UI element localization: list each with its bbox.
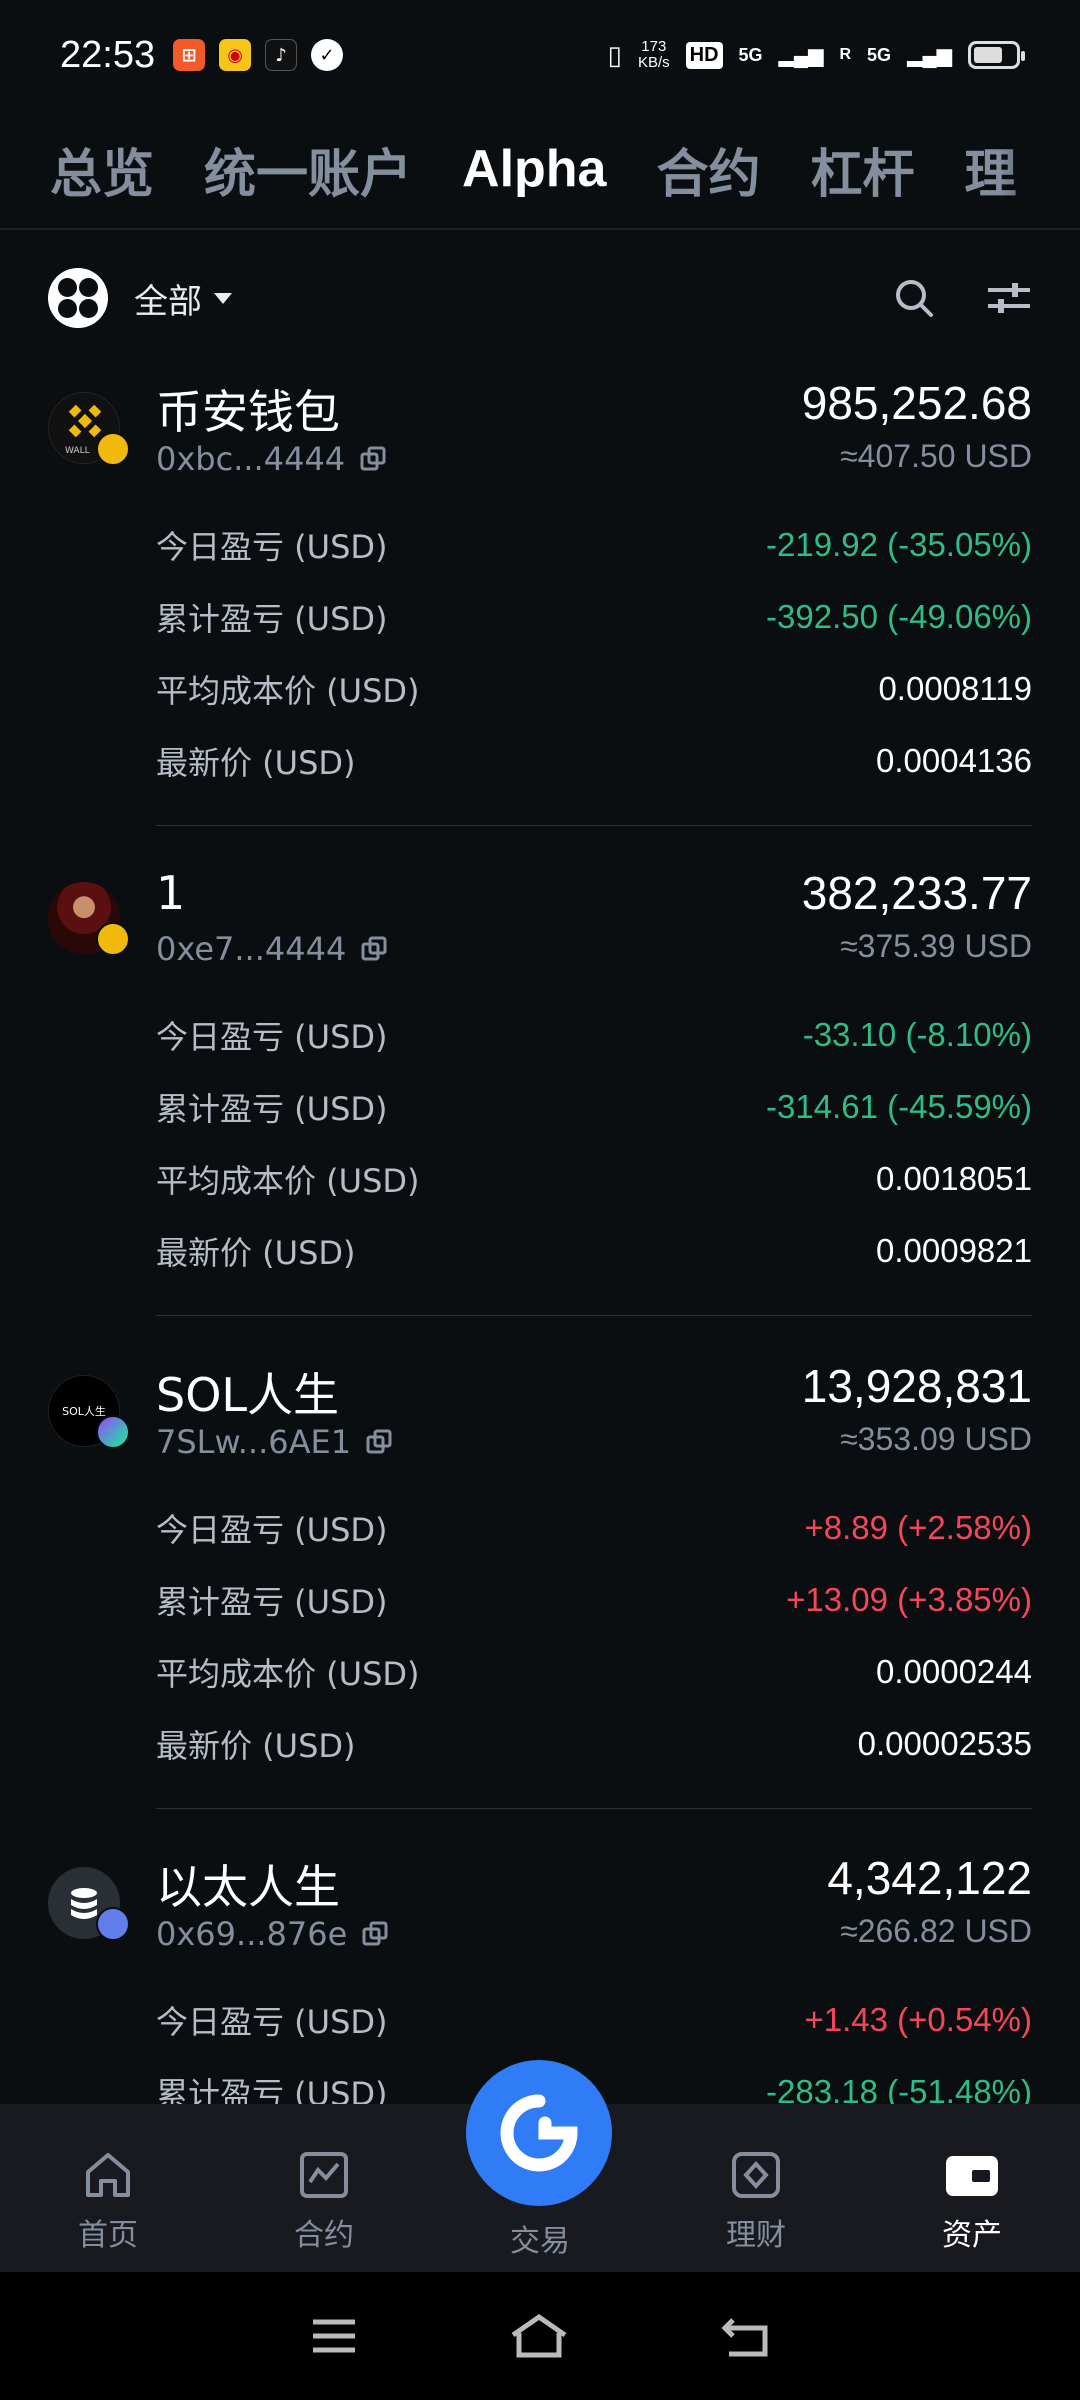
asset-address: 7SLw...6AE1 (156, 1423, 393, 1461)
weibo-icon: ◉ (219, 39, 252, 71)
asset-usd-value: ≈375.39 USD (840, 928, 1032, 964)
nav-futures[interactable]: 合约 (216, 2104, 432, 2272)
total-pnl-row: 累计盈亏 (USD) -392.50 (-49.06%) (156, 598, 1032, 638)
asset-name: SOL人生 (156, 1368, 340, 1422)
signal-bars-icon: ▂▄▆ (907, 44, 952, 67)
signal-5g-2: 5G (867, 44, 892, 65)
bnb-chain-badge (96, 922, 130, 956)
net-speed: 173 KB/s (637, 38, 670, 71)
latest-price-row: 最新价 (USD) 0.00002535 (156, 1725, 1032, 1765)
signal-5g-1: 5G (738, 44, 763, 65)
asset-amount: 382,233.77 (801, 867, 1032, 919)
tab-unified-account[interactable]: 统一账户 (204, 132, 412, 207)
copy-icon[interactable] (360, 935, 388, 963)
divider (156, 825, 1032, 826)
tab-futures[interactable]: 合约 (656, 132, 760, 207)
status-bar: 22:53 ⊞ ◉ ♪ ✓ ▯ 173 KB/s HD 5G ▂▄▆ R 5G … (0, 0, 1080, 110)
chevron-down-icon[interactable] (214, 292, 232, 304)
tab-margin[interactable]: 杠杆 (811, 132, 915, 207)
asset-amount: 985,252.68 (801, 377, 1032, 429)
status-time: 22:53 (60, 33, 156, 76)
signal-bars-icon: ▂▄▆ (778, 44, 824, 67)
copy-icon[interactable] (361, 1920, 389, 1948)
asset-name: 以太人生 (156, 1860, 340, 1914)
asset-name: 1 (156, 866, 186, 920)
avg-cost-row: 平均成本价 (USD) 0.0008119 (156, 670, 1032, 710)
bnb-chain-badge (96, 432, 130, 466)
asset-usd-value: ≈353.09 USD (840, 1421, 1032, 1457)
copy-icon[interactable] (365, 1428, 393, 1456)
tab-alpha[interactable]: Alpha (462, 139, 606, 199)
hd-icon: HD (685, 41, 723, 69)
divider (156, 1808, 1032, 1809)
avg-cost-row: 平均成本价 (USD) 0.0018051 (156, 1160, 1032, 1200)
status-right: ▯ 173 KB/s HD 5G ▂▄▆ R 5G ▂▄▆ (607, 38, 1025, 71)
asset-name: 币安钱包 (156, 385, 340, 439)
notification-icons: ⊞ ◉ ♪ ✓ (173, 39, 344, 71)
latest-price-row: 最新价 (USD) 0.0009821 (156, 1232, 1032, 1272)
today-pnl-row: 今日盈亏 (USD) -219.92 (-35.05%) (156, 526, 1032, 566)
asset-usd-value: ≈407.50 USD (840, 438, 1032, 474)
total-pnl-row: 累计盈亏 (USD) +13.09 (+3.85%) (156, 1581, 1032, 1621)
asset-usd-value: ≈266.82 USD (840, 1913, 1032, 1949)
avg-cost-row: 平均成本价 (USD) 0.0000244 (156, 1653, 1032, 1693)
today-pnl-row: 今日盈亏 (USD) -33.10 (-8.10%) (156, 1016, 1032, 1056)
ethereum-chain-badge (96, 1907, 130, 1941)
latest-price-row: 最新价 (USD) 0.0004136 (156, 742, 1032, 782)
filter-sliders-icon[interactable] (986, 278, 1032, 318)
futures-chart-icon (300, 2152, 348, 2198)
today-pnl-row: 今日盈亏 (USD) +8.89 (+2.58%) (156, 1509, 1032, 1549)
trade-label: 交易 (510, 2224, 570, 2259)
trade-icon (500, 2094, 578, 2172)
copy-icon[interactable] (359, 445, 387, 473)
tab-overview[interactable]: 总览 (50, 132, 154, 207)
asset-address: 0xbc...4444 (156, 440, 387, 478)
search-icon[interactable] (892, 276, 936, 320)
svg-text:WALL: WALL (65, 446, 90, 456)
today-pnl-row: 今日盈亏 (USD) +1.43 (+0.54%) (156, 2001, 1032, 2041)
home-button-icon[interactable] (509, 2313, 569, 2359)
back-icon[interactable] (719, 2314, 771, 2358)
nav-assets[interactable]: 资产 (864, 2104, 1080, 2272)
asset-address: 0x69...876e (156, 1915, 389, 1953)
tabs-fade (1000, 110, 1080, 228)
nav-home[interactable]: 首页 (0, 2104, 216, 2272)
vibrate-icon: ▯ (607, 39, 622, 70)
check-icon: ✓ (311, 39, 344, 71)
wallet-icon (946, 2156, 998, 2196)
total-pnl-row: 累计盈亏 (USD) -314.61 (-45.59%) (156, 1088, 1032, 1128)
top-tabs: 总览 统一账户 Alpha 合约 杠杆 理 (0, 110, 1080, 230)
all-chains-icon[interactable] (48, 268, 108, 328)
home-icon (86, 2153, 130, 2197)
app-notification-icon: ⊞ (173, 39, 206, 71)
system-nav-bar (0, 2272, 1080, 2400)
battery-icon (968, 41, 1025, 69)
divider (156, 1315, 1032, 1316)
roaming-label: R (839, 46, 852, 63)
menu-icon[interactable] (309, 2316, 359, 2356)
earn-icon (732, 2152, 780, 2198)
filter-dropdown[interactable]: 全部 (134, 274, 202, 323)
asset-address: 0xe7...4444 (156, 930, 388, 968)
asset-amount: 4,342,122 (827, 1852, 1032, 1904)
asset-amount: 13,928,831 (801, 1360, 1032, 1412)
filter-row: 全部 (0, 250, 1080, 346)
trade-button[interactable] (466, 2060, 612, 2206)
nav-earn[interactable]: 理财 (648, 2104, 864, 2272)
solana-chain-badge (96, 1415, 130, 1449)
tiktok-icon: ♪ (265, 39, 298, 71)
